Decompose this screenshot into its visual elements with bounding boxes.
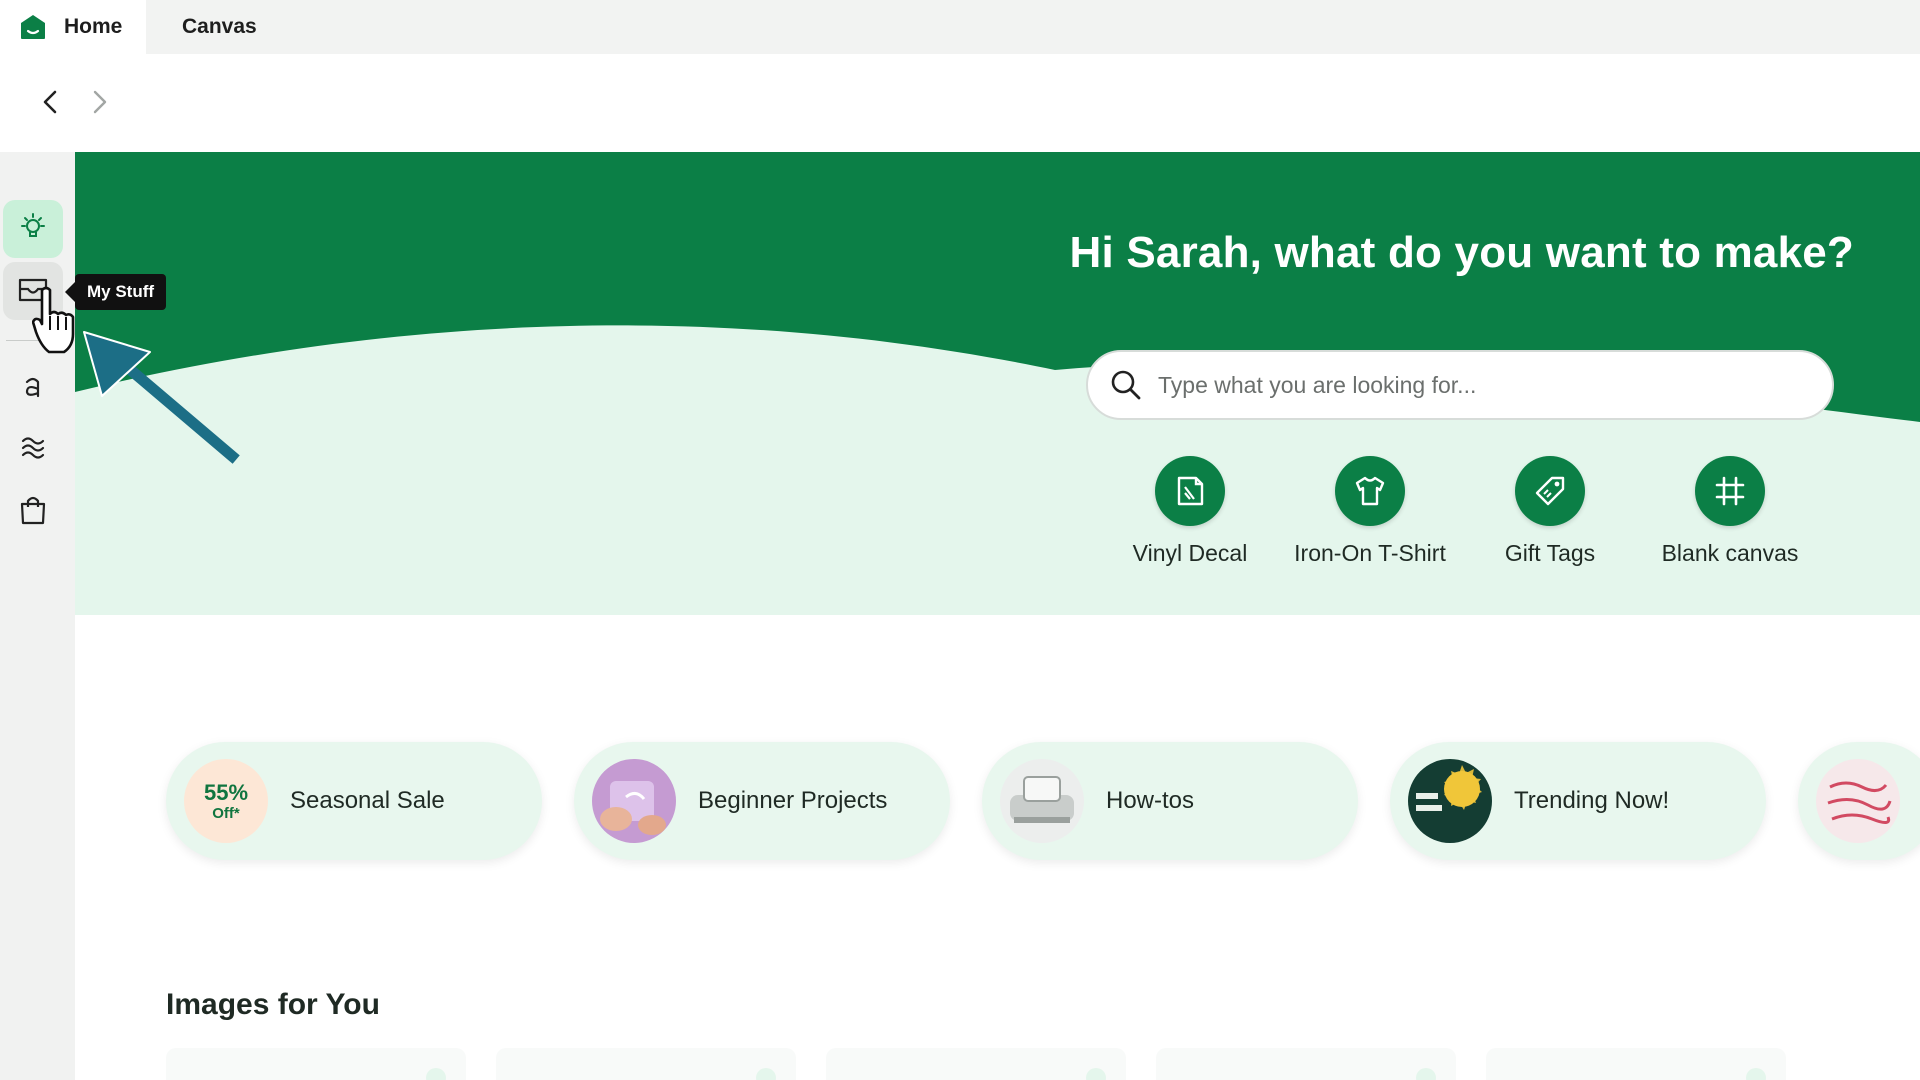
how-tos-thumbnail <box>1000 759 1084 843</box>
shopping-bag-icon <box>18 494 48 531</box>
trending-now-thumbnail <box>1408 759 1492 843</box>
category-seasonal-sale-label: Seasonal Sale <box>290 787 445 814</box>
image-card[interactable] <box>826 1048 1126 1080</box>
annotation-arrow <box>80 330 240 475</box>
adventure-thumbnail <box>1816 759 1900 843</box>
tshirt-icon <box>1335 456 1405 526</box>
lightbulb-icon <box>18 212 48 247</box>
quick-iron-on-tshirt-label: Iron-On T-Shirt <box>1294 540 1446 566</box>
lock-icon <box>1086 1068 1106 1080</box>
sale-badge: 55% Off* <box>184 759 268 843</box>
beginner-projects-thumbnail <box>592 759 676 843</box>
image-card[interactable] <box>1486 1048 1786 1080</box>
lock-icon <box>1416 1068 1436 1080</box>
images-for-you-heading: Images for You <box>166 988 380 1021</box>
search-bar[interactable] <box>1086 350 1834 420</box>
category-trending-now[interactable]: Trending Now! <box>1390 742 1766 860</box>
tag-icon <box>1515 456 1585 526</box>
chevron-left-icon <box>41 89 59 120</box>
category-how-tos-label: How-tos <box>1106 787 1195 814</box>
category-next-partial[interactable] <box>1798 742 1920 860</box>
lock-icon <box>756 1068 776 1080</box>
chevron-right-icon <box>91 89 109 120</box>
category-beginner-projects[interactable]: Beginner Projects <box>574 742 950 860</box>
tab-canvas-label: Canvas <box>182 15 257 38</box>
blank-canvas-icon <box>1695 456 1765 526</box>
quick-vinyl-decal[interactable]: Vinyl Decal <box>1090 456 1290 567</box>
image-card[interactable] <box>166 1048 466 1080</box>
quick-gift-tags-label: Gift Tags <box>1504 540 1596 566</box>
quick-vinyl-decal-label: Vinyl Decal <box>1132 540 1248 566</box>
image-card[interactable] <box>496 1048 796 1080</box>
sidebar-item-materials[interactable] <box>3 421 63 479</box>
search-input[interactable] <box>1158 371 1798 399</box>
category-how-tos[interactable]: How-tos <box>982 742 1358 860</box>
lock-icon <box>426 1068 446 1080</box>
back-button[interactable] <box>30 84 70 124</box>
sale-badge-percent: 55% <box>203 779 249 805</box>
hand-cursor-icon <box>31 286 76 361</box>
quick-gift-tags[interactable]: Gift Tags <box>1450 456 1650 567</box>
tab-bar: Home Canvas <box>0 0 1920 54</box>
category-trending-now-label: Trending Now! <box>1514 787 1670 814</box>
waves-icon <box>19 433 47 468</box>
sidebar-item-shop[interactable] <box>3 483 63 541</box>
my-stuff-tooltip: My Stuff <box>64 274 167 310</box>
font-icon <box>19 372 47 405</box>
category-seasonal-sale[interactable]: 55% Off* Seasonal Sale <box>166 742 542 860</box>
quick-blank-canvas-label: Blank canvas <box>1661 540 1799 566</box>
tab-home[interactable]: Home <box>0 0 146 54</box>
sidebar-item-inspiration[interactable] <box>3 200 63 258</box>
lock-icon <box>1746 1068 1766 1080</box>
quick-iron-on-tshirt[interactable]: Iron-On T-Shirt <box>1270 456 1470 567</box>
vinyl-decal-icon <box>1155 456 1225 526</box>
search-icon <box>1110 369 1142 401</box>
cricut-home-icon <box>20 14 46 40</box>
tab-home-label: Home <box>64 15 123 38</box>
sidebar-item-text[interactable] <box>3 359 63 417</box>
hero-title: Hi Sarah, what do you want to make? <box>1069 228 1854 277</box>
quick-blank-canvas[interactable]: Blank canvas <box>1630 456 1830 567</box>
tab-canvas[interactable]: Canvas <box>160 0 257 54</box>
nav-row <box>0 54 1920 152</box>
forward-button[interactable] <box>80 84 120 124</box>
category-beginner-projects-label: Beginner Projects <box>698 787 888 814</box>
image-card[interactable] <box>1156 1048 1456 1080</box>
sale-badge-off: Off* <box>212 804 240 822</box>
